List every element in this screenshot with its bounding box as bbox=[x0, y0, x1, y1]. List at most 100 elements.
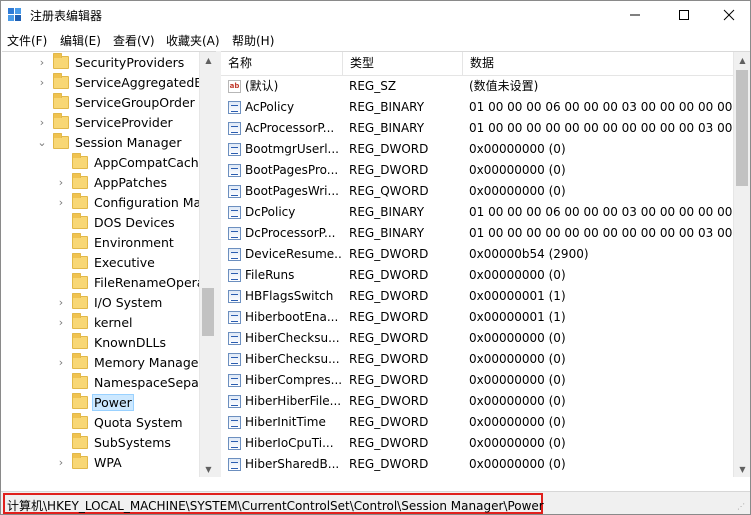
tree-item[interactable]: SubSystems bbox=[55, 432, 173, 452]
chevron-right-icon[interactable]: › bbox=[36, 52, 48, 72]
tree-item[interactable]: AppCompatCache bbox=[55, 152, 208, 172]
menu-view[interactable]: 查看(V) bbox=[113, 32, 155, 49]
tree-item[interactable]: › kernel bbox=[55, 312, 135, 332]
tree-item[interactable]: KnownDLLs bbox=[55, 332, 168, 352]
value-data-cell: 0x00000000 (0) bbox=[469, 352, 566, 366]
menu-favorites[interactable]: 收藏夹(A) bbox=[166, 32, 220, 49]
chevron-right-icon[interactable]: › bbox=[55, 312, 67, 332]
tree-item[interactable]: DOS Devices bbox=[55, 212, 177, 232]
tree-item[interactable]: › AppPatches bbox=[55, 172, 169, 192]
value-row[interactable]: HiberCompres... REG_DWORD 0x00000000 (0) bbox=[221, 370, 733, 391]
scroll-up-icon[interactable]: ▲ bbox=[200, 52, 216, 69]
tree-item[interactable]: NamespaceSepara bbox=[55, 372, 214, 392]
value-row[interactable]: HiberbootEna... REG_DWORD 0x00000001 (1) bbox=[221, 307, 733, 328]
tree-item[interactable]: Environment bbox=[55, 232, 176, 252]
value-row[interactable]: AcPolicy REG_BINARY 01 00 00 00 06 00 00 0… bbox=[221, 97, 733, 118]
value-row[interactable]: DcPolicy REG_BINARY 01 00 00 00 06 00 00 0… bbox=[221, 202, 733, 223]
value-data-cell: 0x00000000 (0) bbox=[469, 457, 566, 471]
resize-grip-icon[interactable]: ⋰ bbox=[737, 502, 747, 512]
title-bar[interactable]: 注册表编辑器 bbox=[1, 1, 750, 28]
value-name-cell: BootPagesPro... bbox=[228, 160, 343, 181]
tree-item[interactable]: › Configuration Mar bbox=[55, 192, 208, 212]
registry-values-list[interactable]: 名称 类型 数据 ab (默认) REG_SZ (数值未设置) AcPolicy REG_… bbox=[221, 51, 750, 477]
tree-item[interactable]: Executive bbox=[55, 252, 157, 272]
window-title: 注册表编辑器 bbox=[30, 9, 103, 23]
registry-key-tree[interactable]: › SecurityProviders › ServiceAggregatedEv Se… bbox=[2, 51, 216, 477]
chevron-right-icon[interactable]: › bbox=[55, 172, 67, 192]
binary-value-icon bbox=[228, 290, 241, 303]
list-scroll-thumb[interactable] bbox=[736, 70, 748, 186]
folder-icon bbox=[72, 332, 88, 349]
binary-value-icon bbox=[228, 353, 241, 366]
value-row[interactable]: HiberIoCpuTi... REG_DWORD 0x00000000 (0) bbox=[221, 433, 733, 454]
maximize-button[interactable] bbox=[661, 1, 707, 28]
tree-item[interactable]: FileRenameOperat bbox=[55, 272, 211, 292]
value-name-cell: DeviceResume... bbox=[228, 244, 343, 265]
registry-path[interactable]: 计算机\HKEY_LOCAL_MACHINE\SYSTEM\CurrentCon… bbox=[7, 497, 544, 514]
binary-value-icon bbox=[228, 164, 241, 177]
scroll-down-icon[interactable]: ▼ bbox=[734, 461, 750, 477]
value-row[interactable]: BootPagesPro... REG_DWORD 0x00000000 (0) bbox=[221, 160, 733, 181]
value-row[interactable]: BootmgrUserl... REG_DWORD 0x00000000 (0) bbox=[221, 139, 733, 160]
binary-value-icon bbox=[228, 248, 241, 261]
value-row[interactable]: HiberChecksu... REG_DWORD 0x00000000 (0) bbox=[221, 328, 733, 349]
chevron-right-icon[interactable]: › bbox=[36, 72, 48, 92]
value-data-cell: 0x00000000 (0) bbox=[469, 184, 566, 198]
value-name: (默认) bbox=[245, 79, 279, 93]
scroll-up-icon[interactable]: ▲ bbox=[734, 52, 750, 69]
menu-edit[interactable]: 编辑(E) bbox=[60, 32, 101, 49]
chevron-right-icon[interactable]: › bbox=[55, 292, 67, 312]
value-row[interactable]: HiberInitTime REG_DWORD 0x00000000 (0) bbox=[221, 412, 733, 433]
minimize-button[interactable] bbox=[612, 1, 658, 28]
tree-item-label: Configuration Mar bbox=[94, 194, 207, 210]
tree-scroll-thumb[interactable] bbox=[202, 288, 214, 336]
value-row[interactable]: HiberHiberFile... REG_DWORD 0x00000000 (0) bbox=[221, 391, 733, 412]
close-button[interactable] bbox=[706, 1, 751, 28]
folder-icon bbox=[72, 232, 88, 249]
tree-item[interactable]: › ServiceAggregatedEv bbox=[36, 72, 212, 92]
column-header-data[interactable]: 数据 bbox=[463, 52, 733, 76]
tree-item[interactable]: › I/O System bbox=[55, 292, 164, 312]
value-name: HiberInitTime bbox=[245, 415, 326, 429]
menu-help[interactable]: 帮助(H) bbox=[232, 32, 274, 49]
folder-icon bbox=[72, 292, 88, 309]
value-row[interactable]: HiberChecksu... REG_DWORD 0x00000000 (0) bbox=[221, 349, 733, 370]
value-row[interactable]: BootPagesWri... REG_QWORD 0x00000000 (0) bbox=[221, 181, 733, 202]
tree-item-label: kernel bbox=[94, 314, 133, 330]
value-row[interactable]: ab (默认) REG_SZ (数值未设置) bbox=[221, 76, 733, 97]
value-data-cell: 0x00000000 (0) bbox=[469, 331, 566, 345]
folder-icon bbox=[72, 272, 88, 289]
list-scrollbar[interactable]: ▲ ▼ bbox=[733, 52, 750, 477]
tree-item[interactable]: › WPA bbox=[55, 452, 124, 472]
value-row[interactable]: HiberSharedB... REG_DWORD 0x00000000 (0) bbox=[221, 454, 733, 475]
value-name-cell: HiberHiberFile... bbox=[228, 391, 343, 412]
chevron-right-icon[interactable]: › bbox=[55, 192, 67, 212]
tree-scrollbar[interactable]: ▲ ▼ bbox=[199, 52, 216, 477]
chevron-right-icon[interactable]: › bbox=[36, 112, 48, 132]
scroll-down-icon[interactable]: ▼ bbox=[200, 461, 216, 477]
value-data-cell: 0x00000000 (0) bbox=[469, 373, 566, 387]
tree-item[interactable]: ⌄ Session Manager bbox=[36, 132, 183, 152]
tree-item[interactable]: › SecurityProviders bbox=[36, 52, 186, 72]
value-name: AcProcessorP... bbox=[245, 121, 335, 135]
column-header-type[interactable]: 类型 bbox=[343, 52, 463, 76]
value-data-cell: 0x00000b54 (2900) bbox=[469, 247, 589, 261]
folder-icon bbox=[72, 312, 88, 329]
tree-item[interactable]: › ServiceProvider bbox=[36, 112, 175, 132]
value-row[interactable]: DcProcessorP... REG_BINARY 01 00 00 00 00 … bbox=[221, 223, 733, 244]
value-row[interactable]: DeviceResume... REG_DWORD 0x00000b54 (2900… bbox=[221, 244, 733, 265]
folder-icon bbox=[53, 72, 69, 89]
tree-item[interactable]: ServiceGroupOrder bbox=[36, 92, 197, 112]
menu-file[interactable]: 文件(F) bbox=[7, 32, 47, 49]
tree-item-label: Session Manager bbox=[75, 134, 182, 150]
value-row[interactable]: AcProcessorP... REG_BINARY 01 00 00 00 00 … bbox=[221, 118, 733, 139]
tree-item[interactable]: › Memory Manager bbox=[55, 352, 206, 372]
tree-item[interactable]: Quota System bbox=[55, 412, 185, 432]
chevron-down-icon[interactable]: ⌄ bbox=[36, 132, 48, 152]
tree-item[interactable]: Power bbox=[55, 392, 134, 412]
value-row[interactable]: FileRuns REG_DWORD 0x00000000 (0) bbox=[221, 265, 733, 286]
value-row[interactable]: HBFlagsSwitch REG_DWORD 0x00000001 (1) bbox=[221, 286, 733, 307]
column-header-name[interactable]: 名称 bbox=[221, 52, 343, 76]
chevron-right-icon[interactable]: › bbox=[55, 352, 67, 372]
chevron-right-icon[interactable]: › bbox=[55, 452, 67, 472]
